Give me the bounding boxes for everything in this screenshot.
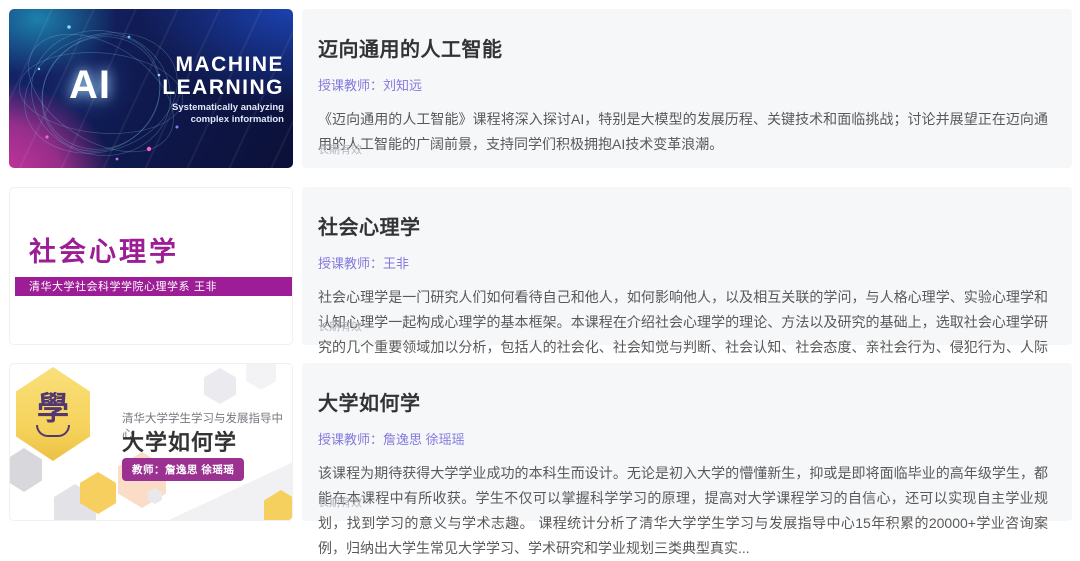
course-card[interactable]: 社会心理学 授课教师：王非 社会心理学是一门研究人们如何看待自己和他人，如何影响…: [302, 187, 1072, 345]
course-description: 《迈向通用的人工智能》课程将深入探讨AI，特别是大模型的发展历程、关键技术和面临…: [318, 107, 1048, 157]
banner-heading-line1: MACHINE: [162, 53, 284, 76]
banner-subtitle: Systematically analyzing complex informa…: [172, 102, 284, 126]
banner-title: 社会心理学: [29, 230, 179, 269]
validity-label: 长期有效: [318, 141, 362, 157]
banner-title: 大学如何学: [122, 425, 237, 457]
course-thumbnail-machine-learning[interactable]: AI MACHINE LEARNING Systematically analy…: [9, 9, 293, 168]
hexagon-decoration: [246, 363, 276, 390]
course-title[interactable]: 迈向通用的人工智能: [318, 33, 1048, 62]
course-row: 社会心理学 清华大学社会科学学院心理学系 王非 社会心理学 授课教师：王非 社会…: [0, 187, 1080, 345]
hexagon-decoration: [204, 368, 236, 404]
teacher-line: 授课教师：王非: [318, 253, 1048, 272]
banner-department-bar: 清华大学社会科学学院心理学系 王非: [15, 277, 292, 296]
course-title[interactable]: 社会心理学: [318, 211, 1048, 240]
teacher-names: 詹逸思 徐瑶瑶: [383, 432, 465, 447]
teacher-line: 授课教师：刘知远: [318, 75, 1048, 94]
course-description: 该课程为期待获得大学学业成功的本科生而设计。无论是初入大学的懵懂新生，抑或是即将…: [318, 461, 1048, 561]
banner-heading: MACHINE LEARNING: [162, 53, 284, 99]
course-thumbnail-social-psychology[interactable]: 社会心理学 清华大学社会科学学院心理学系 王非: [9, 187, 293, 345]
course-title[interactable]: 大学如何学: [318, 387, 1048, 416]
banner-department-text: 清华大学社会科学学院心理学系 王非: [15, 277, 292, 296]
teacher-label: 授课教师：: [318, 78, 383, 93]
banner-teacher-badge: 教师：詹逸思 徐瑶瑶: [122, 458, 244, 481]
logo-character: 學: [37, 392, 69, 424]
teacher-names: 刘知远: [383, 78, 422, 93]
banner-heading-line2: LEARNING: [162, 76, 284, 99]
banner-subtitle-line2: complex information: [172, 114, 284, 126]
banner-subtitle-line1: Systematically analyzing: [172, 102, 284, 114]
course-card[interactable]: 迈向通用的人工智能 授课教师：刘知远 《迈向通用的人工智能》课程将深入探讨AI，…: [302, 9, 1072, 168]
study-center-logo: 學: [16, 367, 90, 461]
ai-glow-text: AI: [69, 63, 111, 108]
validity-label: 长期有效: [318, 494, 362, 510]
teacher-names: 王非: [383, 256, 409, 271]
course-row: AI MACHINE LEARNING Systematically analy…: [0, 9, 1080, 168]
course-thumbnail-how-to-learn[interactable]: 學 清华大学学生学习与发展指导中心 大学如何学 教师：詹逸思 徐瑶瑶: [9, 363, 293, 521]
course-row: 學 清华大学学生学习与发展指导中心 大学如何学 教师：詹逸思 徐瑶瑶 大学如何学…: [0, 363, 1080, 521]
teacher-label: 授课教师：: [318, 256, 383, 271]
logo-book-arc: [36, 425, 70, 437]
course-card[interactable]: 大学如何学 授课教师：詹逸思 徐瑶瑶 该课程为期待获得大学学业成功的本科生而设计…: [302, 363, 1072, 521]
validity-label: 长期有效: [318, 318, 362, 334]
teacher-line: 授课教师：詹逸思 徐瑶瑶: [318, 429, 1048, 448]
teacher-label: 授课教师：: [318, 432, 383, 447]
